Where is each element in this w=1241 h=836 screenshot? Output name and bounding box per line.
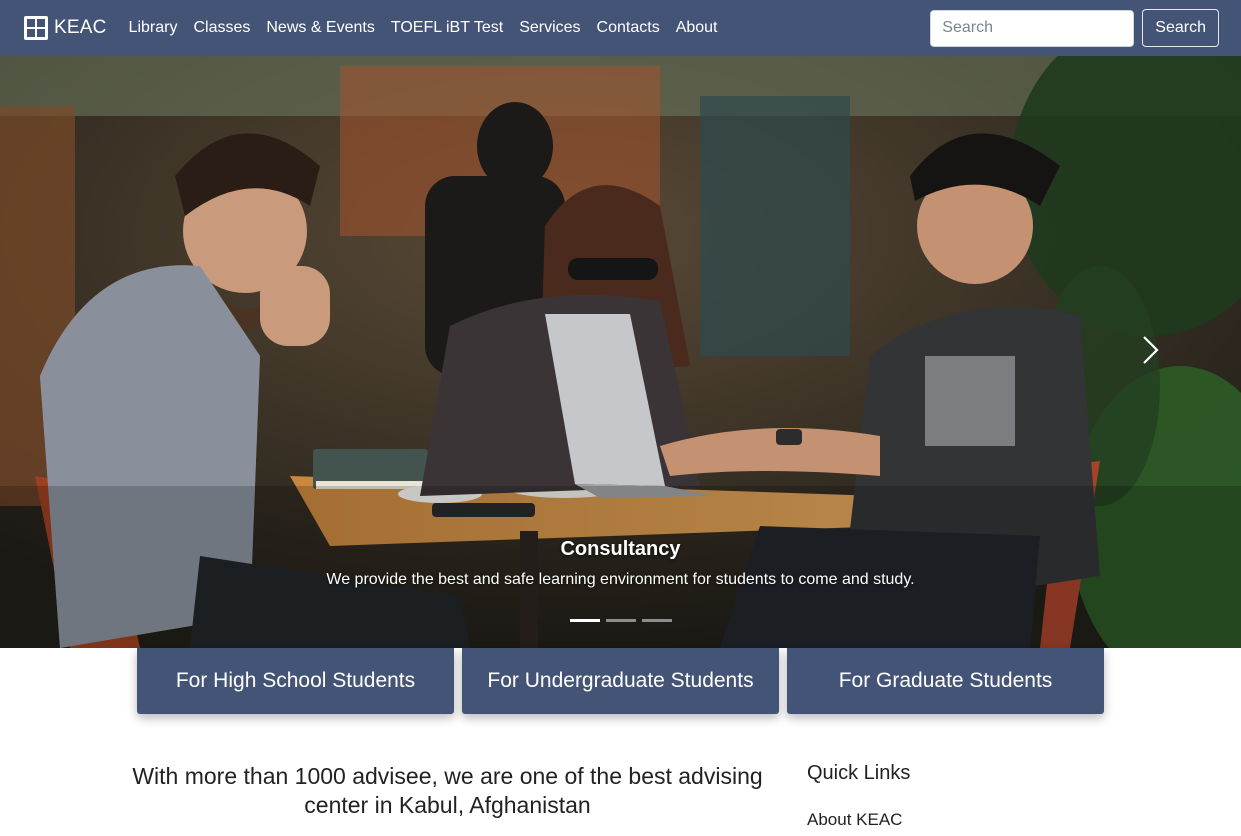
search-button[interactable]: Search: [1142, 9, 1219, 47]
keac-logo-icon: [24, 16, 48, 40]
nav-links: Library Classes News & Events TOEFL iBT …: [129, 19, 718, 37]
brand-link[interactable]: KEAC: [24, 16, 107, 40]
carousel-indicator[interactable]: [569, 619, 600, 622]
high-school-button[interactable]: For High School Students: [137, 648, 454, 714]
hero-caption: Consultancy We provide the best and safe…: [0, 538, 1241, 589]
nav-link-about[interactable]: About: [676, 19, 718, 37]
intro-heading: With more than 1000 advisee, we are one …: [132, 763, 763, 818]
carousel-indicator[interactable]: [641, 619, 672, 622]
quick-link-about-keac[interactable]: About KEAC: [807, 810, 902, 830]
search-form: Search: [930, 9, 1219, 47]
nav-link-toefl[interactable]: TOEFL iBT Test: [391, 19, 503, 37]
graduate-button[interactable]: For Graduate Students: [787, 648, 1104, 714]
caption-title: Consultancy: [560, 538, 681, 560]
nav-link-classes[interactable]: Classes: [193, 19, 250, 37]
search-input[interactable]: [930, 9, 1135, 47]
carousel-indicators: [0, 619, 1241, 622]
chevron-right-icon[interactable]: [1137, 333, 1163, 367]
hero-carousel: Consultancy We provide the best and safe…: [0, 56, 1241, 648]
nav-link-news-events[interactable]: News & Events: [266, 19, 374, 37]
undergraduate-button[interactable]: For Undergraduate Students: [462, 648, 779, 714]
carousel-indicator[interactable]: [605, 619, 636, 622]
quick-links-title: Quick Links: [807, 762, 911, 784]
nav-link-contacts[interactable]: Contacts: [597, 19, 660, 37]
navbar: KEAC Library Classes News & Events TOEFL…: [0, 0, 1241, 56]
caption-text: We provide the best and safe learning en…: [326, 571, 915, 588]
category-buttons: For High School Students For Undergradua…: [137, 648, 1104, 714]
brand-name: KEAC: [54, 17, 107, 38]
nav-link-services[interactable]: Services: [519, 19, 580, 37]
nav-link-library[interactable]: Library: [129, 19, 178, 37]
